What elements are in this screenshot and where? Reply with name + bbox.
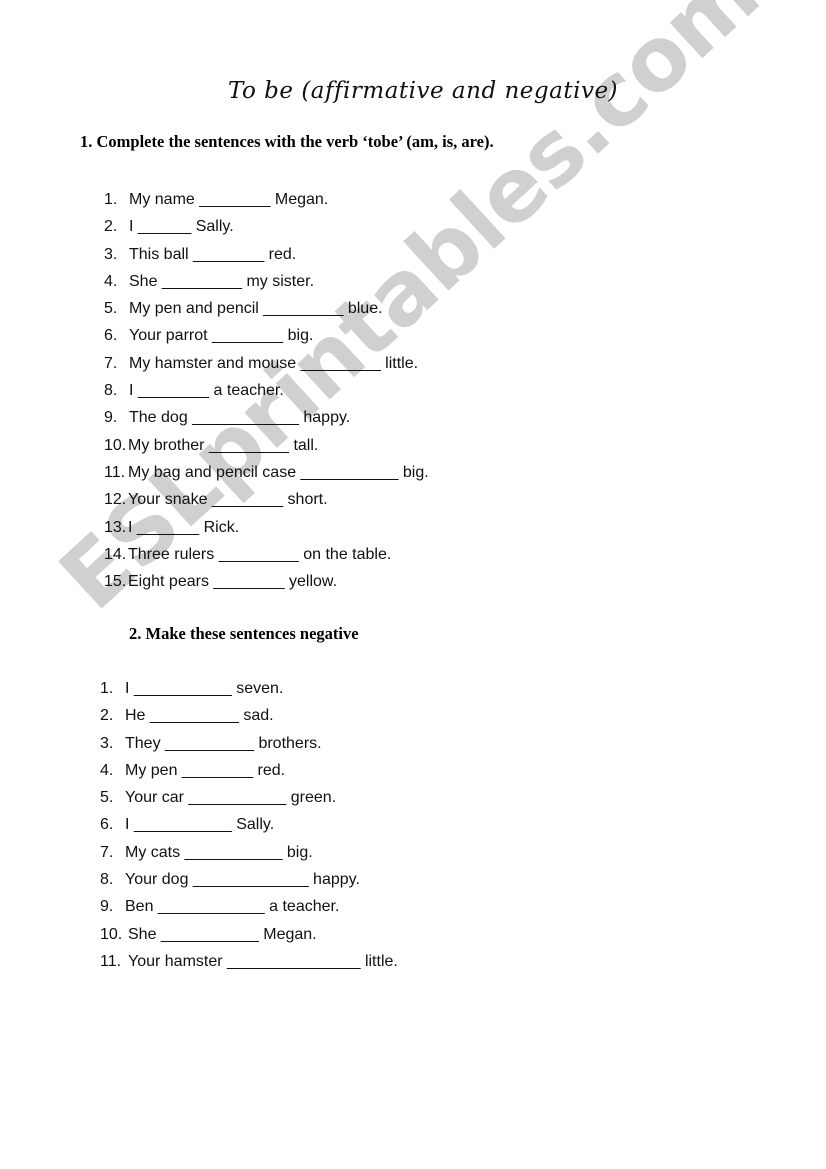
item-sentence: I ________ a teacher.: [129, 382, 284, 400]
item-number: 5.: [100, 789, 114, 807]
exercise-item: 10. She ___________ Megan.: [100, 921, 398, 948]
item-sentence: I ___________ Sally.: [125, 816, 275, 834]
item-number: 3.: [100, 734, 114, 752]
worksheet-title: To be (affirmative and negative): [227, 78, 619, 104]
item-number: 4.: [100, 761, 114, 779]
item-sentence: My brother _________ tall.: [128, 436, 319, 454]
exercise-item: 10. My brother _________ tall.: [104, 432, 429, 459]
exercise-item: 9. The dog ____________ happy.: [104, 404, 429, 431]
item-sentence: My pen and pencil _________ blue.: [129, 300, 383, 318]
item-number: 11.: [100, 952, 122, 970]
worksheet-page: ESLprintables.com To be (affirmative and…: [0, 0, 826, 1169]
item-number: 14.: [104, 545, 127, 563]
item-number: 5.: [104, 300, 118, 318]
item-number: 4.: [104, 272, 118, 290]
item-number: 1.: [104, 191, 118, 208]
exercise-item: 11. Your hamster _______________ little.: [100, 948, 398, 975]
exercise-item: 12. Your snake ________ short.: [104, 486, 429, 513]
item-number: 10.: [104, 436, 127, 454]
section-2-heading: 2. Make these sentences negative: [129, 624, 359, 643]
exercise-item: 14. Three rulers _________ on the table.: [104, 541, 429, 568]
item-sentence: I ______ Sally.: [129, 218, 234, 236]
item-sentence: My hamster and mouse _________ little.: [129, 354, 419, 372]
item-sentence: I ___________ seven.: [125, 680, 284, 697]
section-2-list: 1. I ___________ seven. 2. He __________ s…: [100, 675, 398, 975]
item-sentence: Your snake ________ short.: [128, 491, 328, 509]
section-1-heading: 1. Complete the sentences with the verb …: [80, 132, 494, 151]
item-sentence: I _______ Rick.: [128, 518, 240, 536]
item-number: 1.: [100, 680, 114, 697]
item-number: 2.: [104, 218, 118, 236]
item-number: 15.: [104, 573, 127, 591]
exercise-item: 13. I _______ Rick.: [104, 514, 429, 541]
item-sentence: My name ________ Megan.: [129, 191, 329, 208]
item-number: 8.: [104, 382, 118, 400]
exercise-item: 3. This ball ________ red.: [104, 241, 429, 268]
item-sentence: My cats ___________ big.: [125, 843, 313, 861]
item-sentence: Your hamster _______________ little.: [128, 952, 398, 970]
item-sentence: She _________ my sister.: [129, 272, 315, 290]
exercise-item: 8. Your dog _____________ happy.: [100, 866, 398, 893]
exercise-item: 4. She _________ my sister.: [104, 268, 429, 295]
item-sentence: Your car ___________ green.: [125, 789, 337, 807]
item-sentence: She ___________ Megan.: [128, 925, 317, 943]
exercise-item: 2. I ______ Sally.: [104, 213, 429, 240]
item-number: 6.: [100, 816, 114, 834]
exercise-item: 1. I ___________ seven.: [100, 675, 398, 702]
exercise-item: 11. My bag and pencil case ___________ bi…: [104, 459, 429, 486]
exercise-item: 6. I ___________ Sally.: [100, 811, 398, 838]
item-number: 6.: [104, 327, 118, 345]
item-number: 12.: [104, 491, 127, 509]
item-sentence: He __________ sad.: [125, 707, 274, 725]
item-number: 7.: [100, 843, 114, 861]
exercise-item: 9. Ben ____________ a teacher.: [100, 893, 398, 920]
item-sentence: They __________ brothers.: [125, 734, 322, 752]
item-sentence: Ben ____________ a teacher.: [125, 898, 340, 916]
item-number: 2.: [100, 707, 114, 725]
exercise-item: 15. Eight pears ________ yellow.: [104, 568, 429, 595]
item-sentence: My bag and pencil case ___________ big.: [128, 463, 429, 481]
item-sentence: Eight pears ________ yellow.: [128, 573, 338, 591]
item-number: 9.: [100, 898, 114, 916]
item-number: 11.: [104, 463, 126, 481]
item-number: 10.: [100, 925, 123, 943]
exercise-item: 7. My cats ___________ big.: [100, 839, 398, 866]
exercise-item: 7. My hamster and mouse _________ little.: [104, 350, 429, 377]
item-number: 9.: [104, 409, 118, 427]
exercise-item: 8. I ________ a teacher.: [104, 377, 429, 404]
item-sentence: My pen ________ red.: [125, 761, 286, 779]
item-number: 8.: [100, 871, 114, 889]
exercise-item: 2. He __________ sad.: [100, 702, 398, 729]
item-sentence: This ball ________ red.: [129, 245, 297, 263]
section-1-list: 1. My name ________ Megan. 2. I ______ Sal…: [104, 186, 429, 595]
exercise-item: 5. Your car ___________ green.: [100, 784, 398, 811]
exercise-item: 6. Your parrot ________ big.: [104, 322, 429, 349]
exercise-item: 4. My pen ________ red.: [100, 757, 398, 784]
item-sentence: Your parrot ________ big.: [129, 327, 314, 345]
item-sentence: Your dog _____________ happy.: [125, 871, 360, 889]
exercise-item: 1. My name ________ Megan.: [104, 186, 429, 213]
item-number: 7.: [104, 354, 118, 372]
item-number: 13.: [104, 518, 127, 536]
exercise-item: 3. They __________ brothers.: [100, 730, 398, 757]
exercise-item: 5. My pen and pencil _________ blue.: [104, 295, 429, 322]
item-sentence: The dog ____________ happy.: [129, 409, 351, 427]
item-number: 3.: [104, 245, 118, 263]
item-sentence: Three rulers _________ on the table.: [128, 545, 392, 563]
